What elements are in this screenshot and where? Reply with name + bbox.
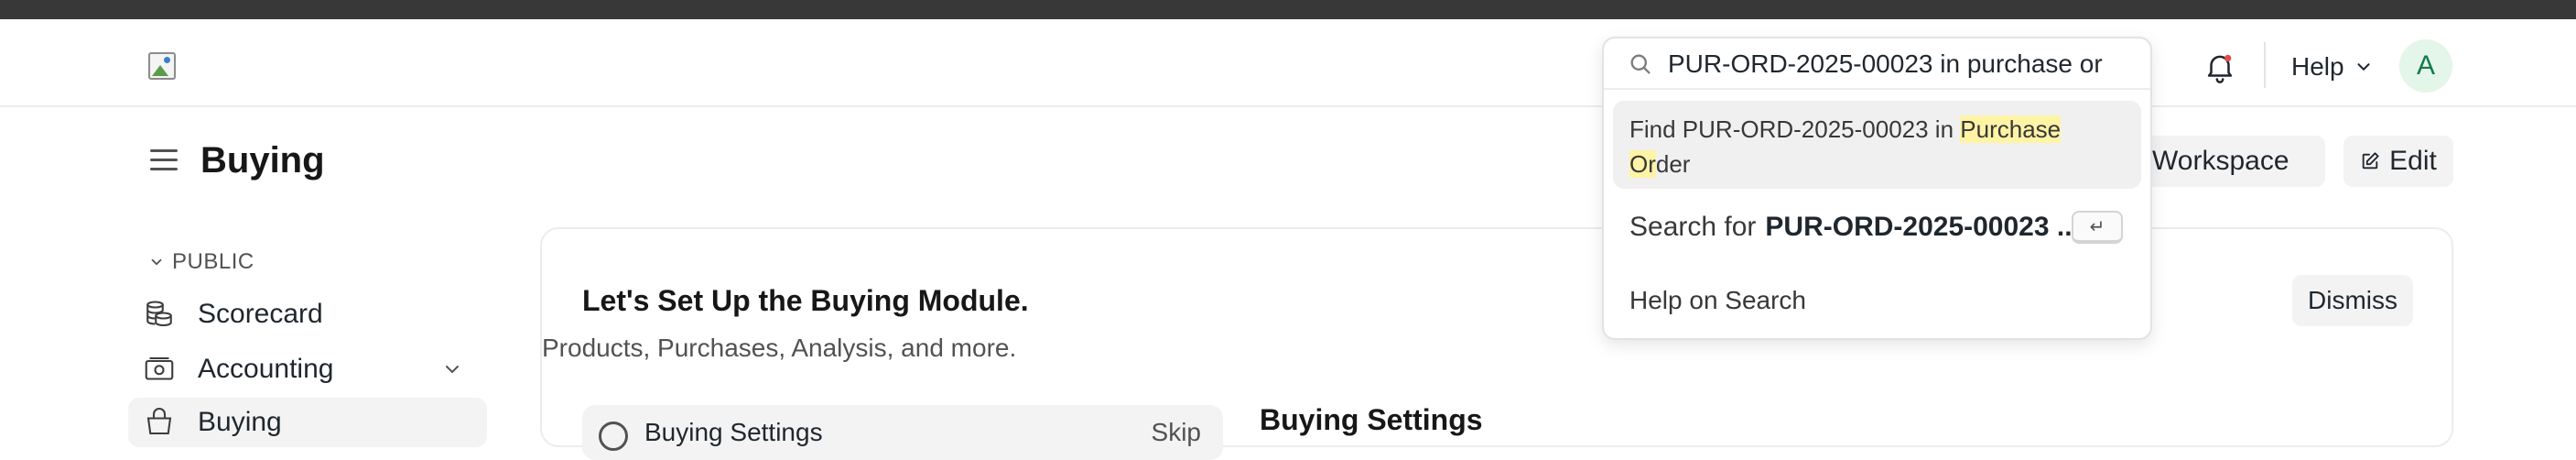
page-header: Buying e Workspace Edit: [0, 109, 2576, 210]
awesomebar-dropdown: Find PUR-ORD-2025-00023 in PurchaseOrder…: [1602, 37, 2152, 340]
search-term: PUR-ORD-2025-00023 ...: [1765, 212, 2080, 242]
dismiss-button[interactable]: Dismiss: [2292, 275, 2413, 326]
card-title: Let's Set Up the Buying Module.: [582, 284, 1029, 317]
step-detail-heading: Buying Settings: [1260, 403, 1483, 436]
search-result-find-in-doctype[interactable]: Find PUR-ORD-2025-00023 in Purchase Order: [1613, 101, 2141, 189]
sidebar-item-buying[interactable]: Buying: [128, 398, 487, 447]
circle-icon: [599, 422, 628, 451]
chevron-down-icon: [2357, 63, 2370, 71]
skip-link[interactable]: Skip: [1152, 418, 1201, 447]
search-result-search-for[interactable]: Search for PUR-ORD-2025-00023 ... ↵: [1613, 200, 2141, 255]
sidebar-section-public[interactable]: PUBLIC: [148, 249, 254, 275]
navbar: Help A: [0, 19, 2576, 107]
edit-label: Edit: [2389, 146, 2437, 176]
page-title: Buying: [200, 140, 325, 181]
step-label: Buying Settings: [644, 418, 823, 446]
menu-icon[interactable]: [148, 146, 181, 173]
sidebar: PUBLIC Scorecard Accounting Buying: [128, 238, 487, 447]
help-dropdown[interactable]: Help: [2291, 49, 2374, 85]
accounting-icon: [145, 356, 174, 380]
search-result-help[interactable]: Help on Search: [1613, 273, 2141, 328]
broken-image-icon[interactable]: [146, 50, 179, 83]
onboarding-step[interactable]: Buying Settings Skip: [582, 405, 1223, 460]
avatar[interactable]: A: [2399, 39, 2452, 93]
onboarding-card: Let's Set Up the Buying Module. Products…: [540, 227, 2453, 460]
chevron-down-icon[interactable]: [441, 358, 463, 380]
navbar-divider: [2264, 42, 2266, 88]
card-subtitle: Products, Purchases, Analysis, and more.: [542, 334, 1017, 362]
enter-key-icon: ↵: [2072, 211, 2123, 244]
sidebar-item-scorecard[interactable]: Scorecard: [128, 290, 487, 339]
sidebar-item-label: Accounting: [198, 354, 334, 384]
browser-top-strip: [0, 0, 2576, 19]
edit-button[interactable]: Edit: [2343, 136, 2453, 187]
sidebar-item-label: Buying: [198, 407, 282, 437]
buying-icon: [146, 407, 172, 435]
search-icon: [1630, 54, 1651, 74]
sidebar-item-label: Scorecard: [198, 299, 323, 329]
sidebar-item-accounting[interactable]: Accounting: [128, 345, 487, 394]
coins-icon: [146, 301, 172, 327]
chevron-down-icon: [151, 258, 162, 266]
search-input[interactable]: [1668, 46, 2135, 82]
bell-icon[interactable]: [2203, 49, 2237, 84]
search-bar: [1604, 38, 2150, 90]
edit-icon: [2362, 152, 2379, 170]
help-label: Help: [2291, 52, 2344, 81]
